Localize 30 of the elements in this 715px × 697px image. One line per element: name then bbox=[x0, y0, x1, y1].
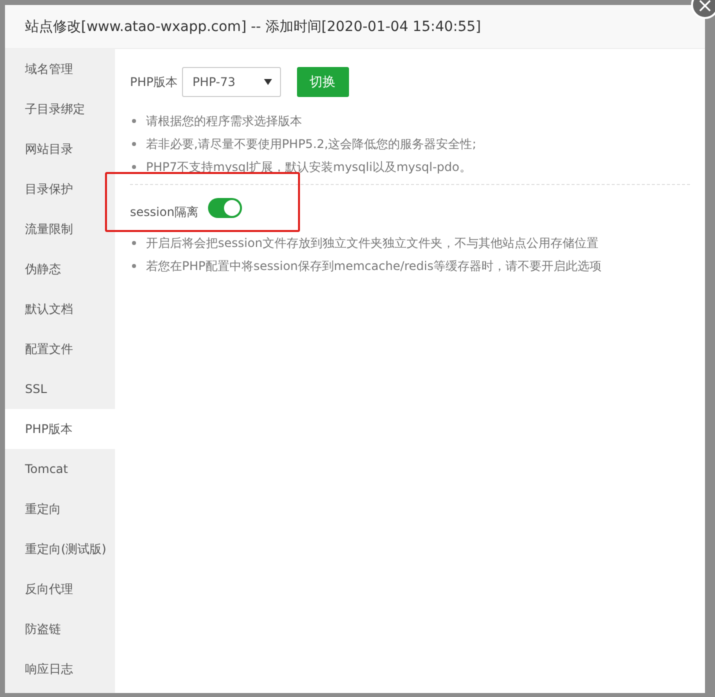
toggle-switch[interactable] bbox=[208, 198, 242, 218]
bullet-icon bbox=[132, 240, 136, 244]
field-label: session隔离 bbox=[130, 204, 198, 220]
sidebar-item[interactable]: 伪静态 bbox=[5, 249, 115, 289]
sidebar-item[interactable]: 响应日志 bbox=[5, 649, 115, 689]
sidebar-item[interactable]: 子目录绑定 bbox=[5, 89, 115, 129]
caret-icon bbox=[264, 79, 272, 85]
sidebar-item[interactable]: 配置文件 bbox=[5, 329, 115, 369]
sidebar-item[interactable]: PHP版本 bbox=[5, 409, 115, 449]
note-text: 请根据您的程序需求选择版本 bbox=[146, 112, 302, 128]
sidebar-item[interactable]: 域名管理 bbox=[5, 49, 115, 89]
field-label: PHP版本 bbox=[130, 74, 178, 90]
sidebar-item[interactable]: 重定向(测试版) bbox=[5, 529, 115, 569]
bullet-icon bbox=[132, 118, 136, 122]
bullet-icon bbox=[132, 164, 136, 168]
sidebar-item[interactable]: SSL bbox=[5, 369, 115, 409]
note-text: 若非必要,请尽量不要使用PHP5.2,这会降低您的服务器安全性; bbox=[146, 136, 476, 152]
sidebar-item[interactable]: 默认文档 bbox=[5, 289, 115, 329]
sidebar-item[interactable]: 反向代理 bbox=[5, 569, 115, 609]
version-select[interactable]: PHP-73 bbox=[182, 67, 280, 97]
bullet-icon bbox=[132, 264, 136, 268]
sidebar-item[interactable]: 防盗链 bbox=[5, 609, 115, 649]
sidebar-item[interactable]: 目录保护 bbox=[5, 169, 115, 209]
note-text: 若您在PHP配置中将session保存到memcache/redis等缓存器时，请不要开启此选项 bbox=[146, 258, 602, 274]
sidebar-item[interactable]: Tomcat bbox=[5, 449, 115, 489]
sidebar-item[interactable]: 流量限制 bbox=[5, 209, 115, 249]
bullet-icon bbox=[132, 142, 136, 146]
sidebar-item[interactable]: 重定向 bbox=[5, 489, 115, 529]
note-text: 开启后将会把session文件存放到独立文件夹独立文件夹，不与其他站点公用存储位置 bbox=[146, 234, 598, 250]
sidebar-item[interactable]: 网站目录 bbox=[5, 129, 115, 169]
